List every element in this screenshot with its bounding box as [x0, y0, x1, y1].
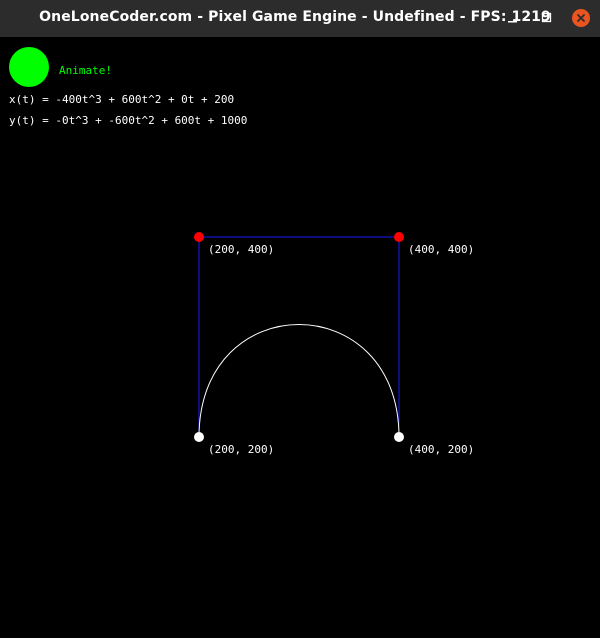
- game-canvas[interactable]: Animate! x(t) = -400t^3 + 600t^2 + 0t + …: [0, 37, 600, 638]
- close-button[interactable]: [571, 8, 591, 28]
- equation-x: x(t) = -400t^3 + 600t^2 + 0t + 200: [9, 93, 235, 106]
- equation-y: y(t) = -0t^3 + -600t^2 + 600t + 1000: [9, 114, 248, 127]
- app-window: OneLoneCoder.com - Pixel Game Engine - U…: [0, 0, 600, 638]
- minimize-button[interactable]: [503, 8, 523, 28]
- animate-label[interactable]: Animate!: [59, 65, 112, 77]
- point-label-end: (400, 200): [408, 443, 475, 456]
- control-point-2[interactable]: [394, 232, 404, 242]
- maximize-button[interactable]: [537, 8, 557, 28]
- point-label-control-2: (400, 400): [408, 243, 475, 256]
- close-icon: [577, 14, 585, 22]
- minimize-icon: [508, 21, 517, 23]
- end-point-start[interactable]: [194, 432, 204, 442]
- point-label-start: (200, 200): [208, 443, 275, 456]
- point-label-control-1: (200, 400): [208, 243, 275, 256]
- control-point-1[interactable]: [194, 232, 204, 242]
- bezier-scene: [9, 47, 404, 442]
- animate-toggle-circle[interactable]: [9, 47, 49, 87]
- control-polygon: [198, 236, 400, 437]
- maximize-icon: [541, 12, 552, 23]
- title-bar[interactable]: OneLoneCoder.com - Pixel Game Engine - U…: [0, 0, 600, 37]
- close-button-circle: [572, 9, 590, 27]
- end-point-end[interactable]: [394, 432, 404, 442]
- bezier-curve: [198, 324, 400, 438]
